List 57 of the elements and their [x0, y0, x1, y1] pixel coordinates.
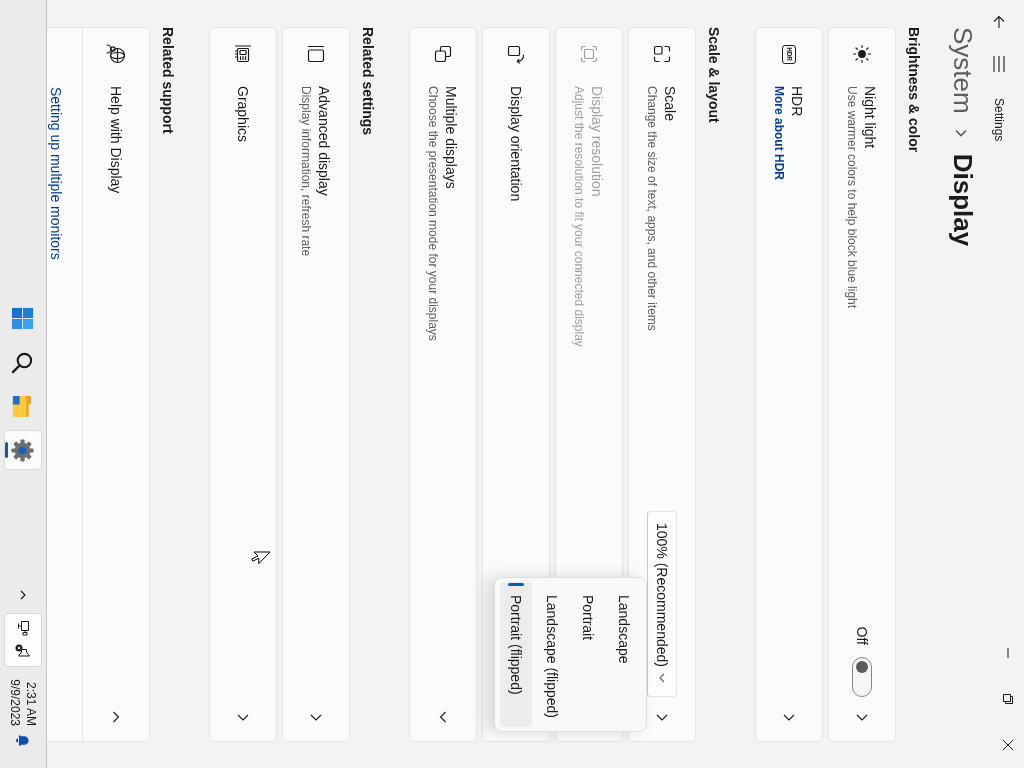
gear-icon [11, 438, 35, 462]
frame-corners-icon [652, 44, 672, 64]
setting-card[interactable]: Graphics [209, 27, 277, 742]
page-title: Display [947, 153, 979, 247]
search-icon [11, 350, 35, 374]
app-title: Settings [992, 98, 1007, 142]
section-heading: Brightness & color [905, 27, 923, 155]
setting-title: Multiple displays [442, 86, 460, 189]
breadcrumb-link[interactable]: System [945, 27, 981, 114]
setting-description: Use warmer colors to help block blue light [844, 86, 860, 309]
setting-title: Scale [661, 86, 679, 122]
selection-bar-icon [508, 583, 524, 586]
screen-panel-icon [306, 44, 326, 64]
active-indicator-icon [5, 442, 8, 458]
scale-dropdown[interactable]: 100% (Recommended) [647, 511, 677, 697]
setting-description: Change the size of text, apps, and other items [644, 86, 660, 331]
graphics-card-icon [233, 44, 253, 64]
more-info-link[interactable]: More about HDR [771, 86, 787, 180]
setting-title: Display resolution [588, 86, 606, 197]
section-heading: Scale & layout [705, 27, 723, 125]
network-monitor-icon [15, 620, 31, 637]
setting-title: Advanced display [315, 86, 333, 196]
menu-option[interactable]: Portrait [572, 582, 604, 727]
four-tiles-icon [11, 306, 35, 330]
menu-icon [993, 56, 1006, 72]
setting-title: HDR [788, 86, 806, 117]
settings-app-button[interactable] [4, 430, 42, 470]
restore-icon [1003, 694, 1013, 704]
mouse-pointer-icon [251, 551, 271, 564]
setting-description: Display information, refresh rate [298, 86, 314, 257]
two-screens-icon [433, 44, 453, 64]
toggle-state-label: Off [853, 626, 871, 645]
help-link[interactable]: Setting up multiple monitors [47, 87, 65, 260]
sun-icon [852, 44, 872, 64]
clock-button[interactable]: 2:31 AM 9/9/2023 [7, 675, 39, 729]
system-tray-button[interactable] [4, 613, 42, 668]
back-arrow-icon [992, 15, 1007, 29]
bell-icon [15, 732, 31, 748]
setting-title: Night light [861, 86, 879, 149]
setting-card[interactable]: Advanced display Display information, refresh rate [282, 27, 350, 742]
globe-person-icon [106, 44, 126, 64]
setting-description: Adjust the resolution to fit your connected display [571, 86, 587, 347]
setting-title: Help with Display [107, 86, 125, 194]
setting-description: Choose the presentation mode for your displays [425, 86, 441, 341]
setting-card[interactable]: Night light Use warmer colors to help block blue light Off [828, 27, 896, 742]
rotate-screen-icon [506, 44, 526, 64]
close-icon [1003, 740, 1013, 750]
chevron-icon [954, 128, 968, 137]
setting-title: Graphics [234, 86, 252, 143]
setting-card[interactable]: Help with Display Setting up multiple monitors [47, 27, 150, 742]
section-heading: Related settings [359, 27, 377, 138]
setting-title: Display orientation [507, 86, 525, 202]
setting-card[interactable]: Multiple displays Choose the presentation mode for your displays [409, 27, 477, 742]
dashed-frame-icon [579, 44, 599, 64]
toggle-switch[interactable] [852, 657, 872, 697]
menu-option[interactable]: Portrait (flipped) [500, 582, 532, 727]
section-heading: Related support [159, 27, 177, 136]
